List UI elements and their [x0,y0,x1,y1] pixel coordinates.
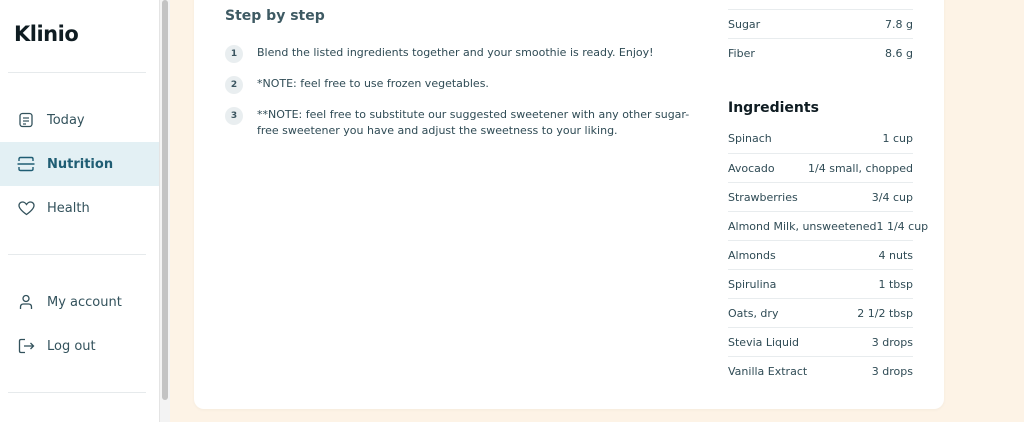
ingredient-amount: 3/4 cup [871,190,913,204]
ingredient-amount: 4 nuts [878,248,913,262]
ingredient-row: Almonds 4 nuts [728,240,913,269]
step-item: 1 Blend the listed ingredients together … [225,45,697,63]
ingredient-row: Oats, dry 2 1/2 tbsp [728,298,913,327]
ingredient-row: Almond Milk, unsweetened 1 1/4 cup [728,211,928,240]
ingredient-row: Spirulina 1 tbsp [728,269,913,298]
sidebar-item-health[interactable]: Health [0,186,159,230]
step-number: 3 [225,107,243,125]
ingredient-name: Oats, dry [728,306,779,320]
sidebar-scrollbar-thumb[interactable] [162,0,168,400]
heart-icon [17,199,35,217]
sidebar-item-label: Nutrition [47,156,114,172]
ingredient-row: Avocado 1/4 small, chopped [728,153,913,182]
nutrition-name: Fiber [728,46,755,60]
ingredient-amount: 3 drops [871,364,913,378]
sidebar-divider [8,392,146,393]
nutrition-row: Fiber 8.6 g [728,38,913,67]
ingredient-row: Spinach 1 cup [728,124,913,153]
step-number: 2 [225,76,243,94]
ingredient-amount: 1 tbsp [878,277,913,291]
logout-icon [17,337,35,355]
sidebar-divider [8,254,146,255]
sidebar-item-label: Log out [47,338,96,354]
ingredient-name: Stevia Liquid [728,335,800,349]
sidebar-item-nutrition[interactable]: Nutrition [0,142,159,186]
step-number: 1 [225,45,243,63]
app-logo[interactable]: Klinio [14,22,79,46]
ingredient-name: Spinach [728,132,772,145]
step-text: Blend the listed ingredients together an… [257,46,654,59]
ingredient-name: Strawberries [728,190,798,204]
step-item: 2 *NOTE: feel free to use frozen vegetab… [225,76,697,94]
nutrition-row: Sugar 7.8 g [728,9,913,38]
ingredient-name: Almond Milk, unsweetened [728,219,877,233]
sidebar-item-my-account[interactable]: My account [0,280,159,324]
sidebar-item-log-out[interactable]: Log out [0,324,159,368]
nutrition-name: Sugar [728,17,761,31]
ingredient-row: Stevia Liquid 3 drops [728,327,913,356]
sidebar-divider [8,72,146,73]
steps-title: Step by step [225,8,325,24]
nutrition-value: 7.8 g [885,17,913,31]
ingredient-amount: 1 1/4 cup [876,219,929,233]
step-text: **NOTE: feel free to substitute our sugg… [257,108,690,137]
step-item: 3 **NOTE: feel free to substitute our su… [225,107,697,139]
ingredient-amount: 3 drops [871,335,913,349]
sidebar: Klinio Today Nutrition Health My account… [0,0,159,422]
document-icon [17,111,35,129]
step-text: *NOTE: feel free to use frozen vegetable… [257,77,489,90]
nutrition-value: 8.6 g [885,46,913,60]
ingredient-name: Vanilla Extract [728,364,808,378]
ingredient-row: Vanilla Extract 3 drops [728,356,913,385]
ingredient-amount: 1 cup [882,132,914,145]
ingredient-amount: 1/4 small, chopped [808,161,913,175]
sidebar-item-today[interactable]: Today [0,98,159,142]
ingredient-name: Avocado [728,161,775,175]
user-icon [17,293,35,311]
ingredient-name: Almonds [728,248,776,262]
ingredient-row: Strawberries 3/4 cup [728,182,913,211]
ingredient-name: Spirulina [728,277,777,291]
sidebar-item-label: Today [47,112,85,128]
ingredient-amount: 2 1/2 tbsp [857,306,913,320]
sidebar-item-label: My account [47,294,122,310]
sidebar-item-label: Health [47,200,90,216]
ingredients-title: Ingredients [728,100,819,116]
fork-knife-icon [17,155,35,173]
